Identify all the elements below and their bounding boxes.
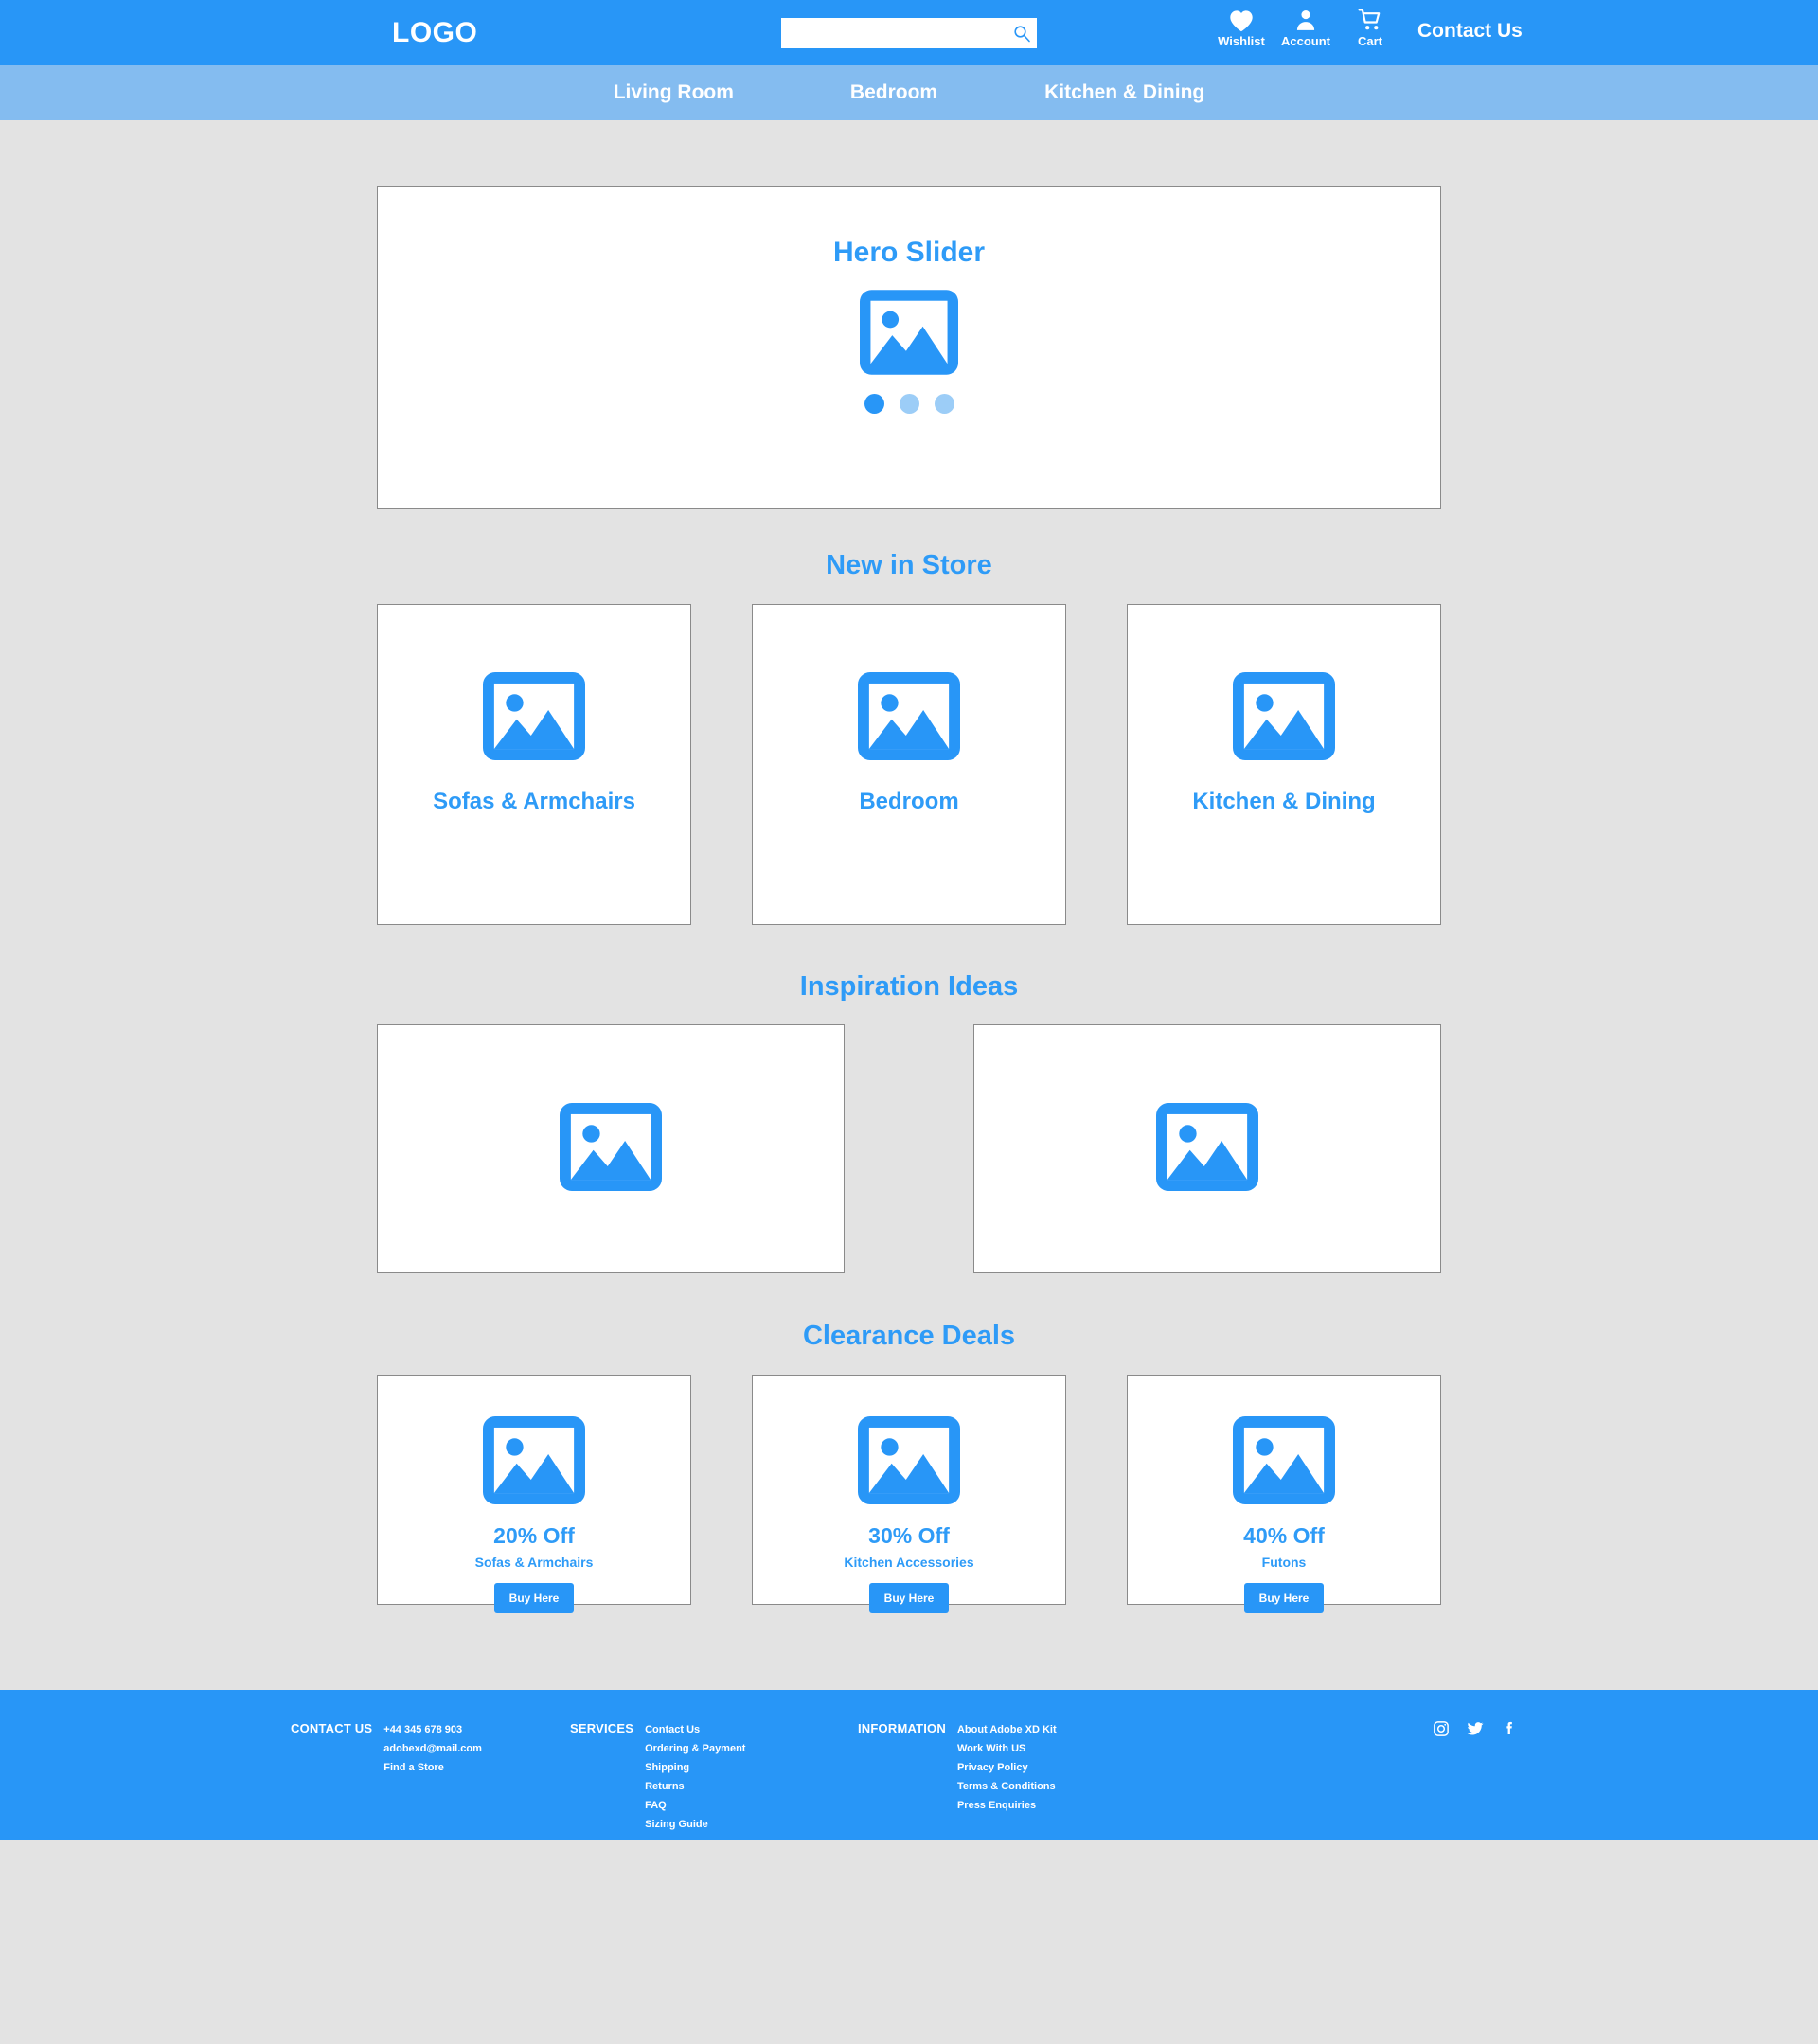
footer-column-contact: CONTACT US +44 345 678 903 adobexd@mail.…	[291, 1720, 482, 1777]
footer-link[interactable]: Returns	[645, 1777, 745, 1796]
deal-category: Sofas & Armchairs	[474, 1555, 594, 1570]
footer-link[interactable]: Contact Us	[645, 1720, 745, 1739]
twitter-icon[interactable]	[1467, 1720, 1484, 1737]
wishlist-label: Wishlist	[1218, 34, 1265, 48]
search-bar[interactable]	[781, 17, 1037, 48]
inspiration-card-1[interactable]	[377, 1024, 845, 1273]
inspiration-ideas-section: Inspiration Ideas	[377, 971, 1441, 1273]
footer-services-heading: SERVICES	[570, 1721, 634, 1735]
nav-item-living-room[interactable]: Living Room	[614, 81, 734, 104]
clearance-card-row: 20% Off Sofas & Armchairs Buy Here 30% O…	[377, 1375, 1441, 1613]
image-placeholder-icon	[1156, 1102, 1258, 1196]
search-input[interactable]	[791, 25, 1012, 41]
inspiration-card-2[interactable]	[973, 1024, 1441, 1273]
header-actions: Wishlist Account Cart Contact Us	[1209, 8, 1523, 47]
footer-inner: CONTACT US +44 345 678 903 adobexd@mail.…	[0, 1720, 1818, 1830]
footer-contact-heading: CONTACT US	[291, 1721, 373, 1735]
footer-services-list: Contact Us Ordering & Payment Shipping R…	[645, 1720, 745, 1834]
category-card-sofas[interactable]: Sofas & Armchairs	[377, 604, 691, 925]
hero-title: Hero Slider	[832, 237, 986, 268]
deal-category: Futons	[1261, 1555, 1307, 1570]
inspiration-ideas-title: Inspiration Ideas	[799, 971, 1019, 1002]
image-placeholder-icon	[1233, 1416, 1335, 1509]
person-icon	[1293, 8, 1318, 32]
top-header-bar: LOGO Wishlist Account Cart Contact Us	[0, 0, 1818, 65]
footer-link[interactable]: Shipping	[645, 1758, 745, 1777]
new-in-store-section: New in Store Sofas & Armchairs Bedroom K…	[377, 550, 1441, 925]
deal-percent: 40% Off	[1243, 1523, 1325, 1548]
footer-information-list: About Adobe XD Kit Work With US Privacy …	[957, 1720, 1057, 1815]
nav-item-bedroom[interactable]: Bedroom	[850, 81, 937, 104]
category-card-label: Kitchen & Dining	[1192, 789, 1376, 814]
clearance-deals-section: Clearance Deals 20% Off Sofas & Armchair…	[377, 1321, 1441, 1613]
instagram-icon[interactable]	[1433, 1720, 1450, 1737]
slider-dots	[864, 394, 954, 414]
footer-link[interactable]: FAQ	[645, 1796, 745, 1815]
slider-dot-2[interactable]	[899, 394, 919, 414]
inspiration-card-row	[377, 1024, 1441, 1273]
footer-link[interactable]: Work With US	[957, 1739, 1057, 1758]
deal-percent: 30% Off	[868, 1523, 950, 1548]
footer-link[interactable]: adobexd@mail.com	[383, 1739, 482, 1758]
buy-here-button[interactable]: Buy Here	[493, 1583, 575, 1613]
image-placeholder-icon	[560, 1102, 662, 1196]
footer-link[interactable]: Press Enquiries	[957, 1796, 1057, 1815]
category-card-label: Sofas & Armchairs	[433, 789, 635, 814]
wishlist-button[interactable]: Wishlist	[1209, 8, 1274, 47]
clearance-deals-title: Clearance Deals	[802, 1321, 1016, 1351]
page-content: Hero Slider New in Store Sofas & Armchai…	[0, 186, 1818, 1690]
account-label: Account	[1281, 34, 1330, 48]
cart-button[interactable]: Cart	[1338, 8, 1402, 47]
image-placeholder-icon	[858, 1416, 960, 1509]
category-card-bedroom[interactable]: Bedroom	[752, 604, 1066, 925]
footer-column-information: INFORMATION About Adobe XD Kit Work With…	[858, 1720, 1057, 1815]
image-placeholder-icon	[858, 672, 960, 765]
heart-icon	[1229, 8, 1254, 32]
cart-label: Cart	[1357, 34, 1382, 48]
cart-icon	[1358, 8, 1382, 32]
deal-card-30[interactable]: 30% Off Kitchen Accessories Buy Here	[752, 1375, 1066, 1613]
buy-here-button[interactable]: Buy Here	[868, 1583, 950, 1613]
search-icon[interactable]	[1012, 24, 1031, 43]
site-logo[interactable]: LOGO	[392, 17, 477, 49]
site-footer: CONTACT US +44 345 678 903 adobexd@mail.…	[0, 1690, 1818, 1840]
image-placeholder-icon	[1233, 672, 1335, 765]
deal-card-40[interactable]: 40% Off Futons Buy Here	[1127, 1375, 1441, 1613]
footer-link[interactable]: Find a Store	[383, 1758, 482, 1777]
deal-card-20[interactable]: 20% Off Sofas & Armchairs Buy Here	[377, 1375, 691, 1613]
contact-us-link[interactable]: Contact Us	[1417, 20, 1523, 43]
buy-here-button[interactable]: Buy Here	[1243, 1583, 1325, 1613]
slider-dot-3[interactable]	[934, 394, 954, 414]
image-placeholder-icon	[860, 290, 958, 380]
footer-link[interactable]: Ordering & Payment	[645, 1739, 745, 1758]
footer-link[interactable]: Sizing Guide	[645, 1815, 745, 1834]
footer-link[interactable]: Terms & Conditions	[957, 1777, 1057, 1796]
nav-item-kitchen-dining[interactable]: Kitchen & Dining	[1044, 81, 1204, 104]
footer-contact-list: +44 345 678 903 adobexd@mail.com Find a …	[383, 1720, 482, 1777]
footer-link[interactable]: About Adobe XD Kit	[957, 1720, 1057, 1739]
category-card-kitchen[interactable]: Kitchen & Dining	[1127, 604, 1441, 925]
slider-dot-1[interactable]	[864, 394, 884, 414]
deal-percent: 20% Off	[493, 1523, 575, 1548]
footer-information-heading: INFORMATION	[858, 1721, 946, 1735]
new-in-store-card-row: Sofas & Armchairs Bedroom Kitchen & Dini…	[377, 604, 1441, 925]
footer-link[interactable]: +44 345 678 903	[383, 1720, 482, 1739]
account-button[interactable]: Account	[1274, 8, 1338, 47]
category-nav-bar: Living Room Bedroom Kitchen & Dining	[0, 65, 1818, 120]
content-container: Hero Slider New in Store Sofas & Armchai…	[377, 186, 1441, 1613]
footer-link[interactable]: Privacy Policy	[957, 1758, 1057, 1777]
image-placeholder-icon	[483, 672, 585, 765]
facebook-icon[interactable]	[1501, 1720, 1518, 1737]
deal-category: Kitchen Accessories	[844, 1555, 974, 1570]
footer-column-services: SERVICES Contact Us Ordering & Payment S…	[570, 1720, 745, 1834]
image-placeholder-icon	[483, 1416, 585, 1509]
hero-slider[interactable]: Hero Slider	[377, 186, 1441, 509]
category-card-label: Bedroom	[859, 789, 959, 814]
new-in-store-title: New in Store	[826, 550, 992, 580]
